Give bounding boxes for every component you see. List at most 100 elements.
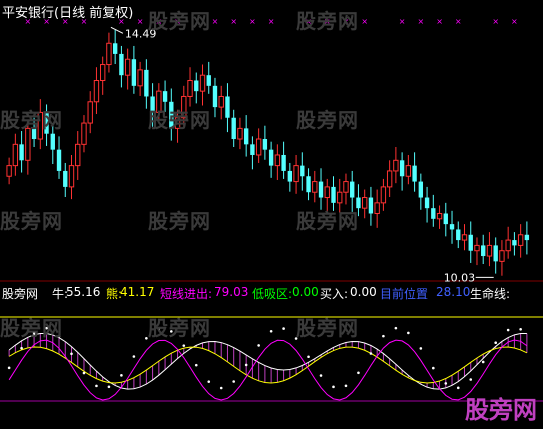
- signal-marker: ×: [137, 17, 144, 26]
- ind-label-pos: 目前位置: [380, 287, 429, 301]
- candle-up: [6, 165, 12, 177]
- candle-down: [243, 128, 249, 145]
- candle-down: [144, 69, 149, 97]
- position-dot: [494, 341, 497, 345]
- candle-up: [137, 69, 143, 87]
- candle-up: [106, 42, 112, 66]
- candle-up: [461, 234, 468, 241]
- watermark: 股旁网: [296, 108, 359, 132]
- candle-down: [281, 154, 286, 171]
- position-dot: [70, 352, 73, 356]
- signal-marker: ×: [361, 17, 368, 26]
- candle-up: [218, 95, 224, 108]
- position-dot: [382, 334, 385, 338]
- candle-up: [380, 186, 387, 204]
- candle-up: [343, 181, 349, 193]
- candle-down: [50, 133, 55, 150]
- candle-down: [456, 229, 461, 241]
- signal-marker: ×: [436, 17, 443, 26]
- bull-line: [8, 332, 527, 390]
- position-dot: [319, 374, 323, 377]
- ind-label-low: 低吸区:: [252, 287, 293, 301]
- candle-up: [517, 234, 524, 246]
- ind-value-bull: 55.16: [66, 285, 101, 299]
- high-arrow: [110, 26, 124, 34]
- candle-down: [268, 149, 274, 166]
- position-dot: [357, 371, 360, 375]
- watermark: 股旁网: [148, 9, 211, 33]
- candle-down: [19, 144, 24, 161]
- indicator-name[interactable]: 股旁网: [2, 285, 38, 302]
- position-dot: [332, 385, 335, 389]
- signal-marker: ×: [212, 17, 219, 26]
- watermark: 股旁网: [296, 209, 359, 233]
- candle-down: [56, 149, 62, 171]
- candle-down: [262, 139, 268, 150]
- signal-marker: ×: [399, 17, 406, 26]
- candle-up: [362, 197, 368, 209]
- candle-down: [318, 181, 324, 198]
- candle-down: [481, 245, 486, 257]
- candle-up: [187, 80, 193, 97]
- candle-down: [212, 85, 218, 108]
- position-dot: [456, 386, 460, 390]
- position-dot: [244, 363, 248, 367]
- position-dot: [194, 363, 198, 367]
- candle-up: [75, 143, 81, 167]
- position-dot: [444, 382, 448, 385]
- candle-down: [131, 59, 137, 86]
- ind-value-pos: 28.10: [436, 285, 471, 299]
- candle-up: [312, 181, 318, 193]
- candle-down: [231, 117, 236, 140]
- candle-up: [237, 127, 243, 140]
- kline-chart[interactable]: × × × × × × × × × × × × × × × × × × × × × ×14.4910.03: [0, 0, 543, 429]
- indicator-bar: 股旁网 牛: 55.16 熊: 41.17 短线进出: 79.03 低吸区: 0…: [0, 284, 543, 302]
- candle-down: [431, 208, 436, 219]
- signal-marker: ×: [492, 17, 499, 26]
- candle-down: [306, 176, 311, 193]
- position-dot: [107, 385, 111, 389]
- candle-down: [424, 197, 430, 209]
- ind-value-short: 79.03: [214, 285, 249, 299]
- candle-up: [374, 202, 380, 214]
- candle-up: [93, 80, 100, 103]
- position-dot: [7, 366, 11, 370]
- position-dot: [219, 386, 223, 390]
- candle-up: [499, 250, 505, 262]
- position-dot: [407, 331, 410, 335]
- candle-up: [486, 244, 493, 257]
- position-dot: [469, 378, 473, 381]
- candle-down: [399, 160, 405, 177]
- candle-up: [87, 101, 93, 124]
- signal-marker: ×: [417, 17, 424, 26]
- candle-down: [512, 240, 517, 246]
- position-dot: [269, 329, 273, 333]
- candle-up: [337, 191, 343, 204]
- candle-up: [324, 186, 330, 199]
- ind-value-buy: 0.00: [350, 285, 377, 299]
- position-dot: [506, 328, 510, 332]
- candle-up: [436, 212, 443, 220]
- position-dot: [132, 355, 136, 358]
- watermark: 股旁网: [296, 9, 359, 33]
- candle-down: [300, 165, 305, 177]
- chart-title: 平安银行(日线 前复权): [2, 6, 134, 21]
- position-dot: [369, 352, 373, 355]
- candle-up: [124, 58, 131, 76]
- candle-down: [162, 91, 168, 102]
- candle-down: [63, 170, 68, 187]
- position-dot: [432, 366, 435, 370]
- candle-down: [493, 245, 498, 262]
- ind-label-buy: 买入:: [320, 287, 349, 301]
- candle-down: [350, 181, 355, 198]
- candle-down: [194, 80, 199, 92]
- candle-up: [474, 244, 480, 252]
- ind-label-short: 短线进出:: [160, 287, 213, 301]
- signal-marker: ×: [268, 17, 275, 26]
- candle-up: [81, 122, 87, 145]
- candle-up: [505, 239, 511, 252]
- position-dot: [481, 360, 485, 364]
- position-dot: [519, 328, 522, 331]
- position-dot: [120, 374, 123, 377]
- candle-down: [250, 144, 255, 155]
